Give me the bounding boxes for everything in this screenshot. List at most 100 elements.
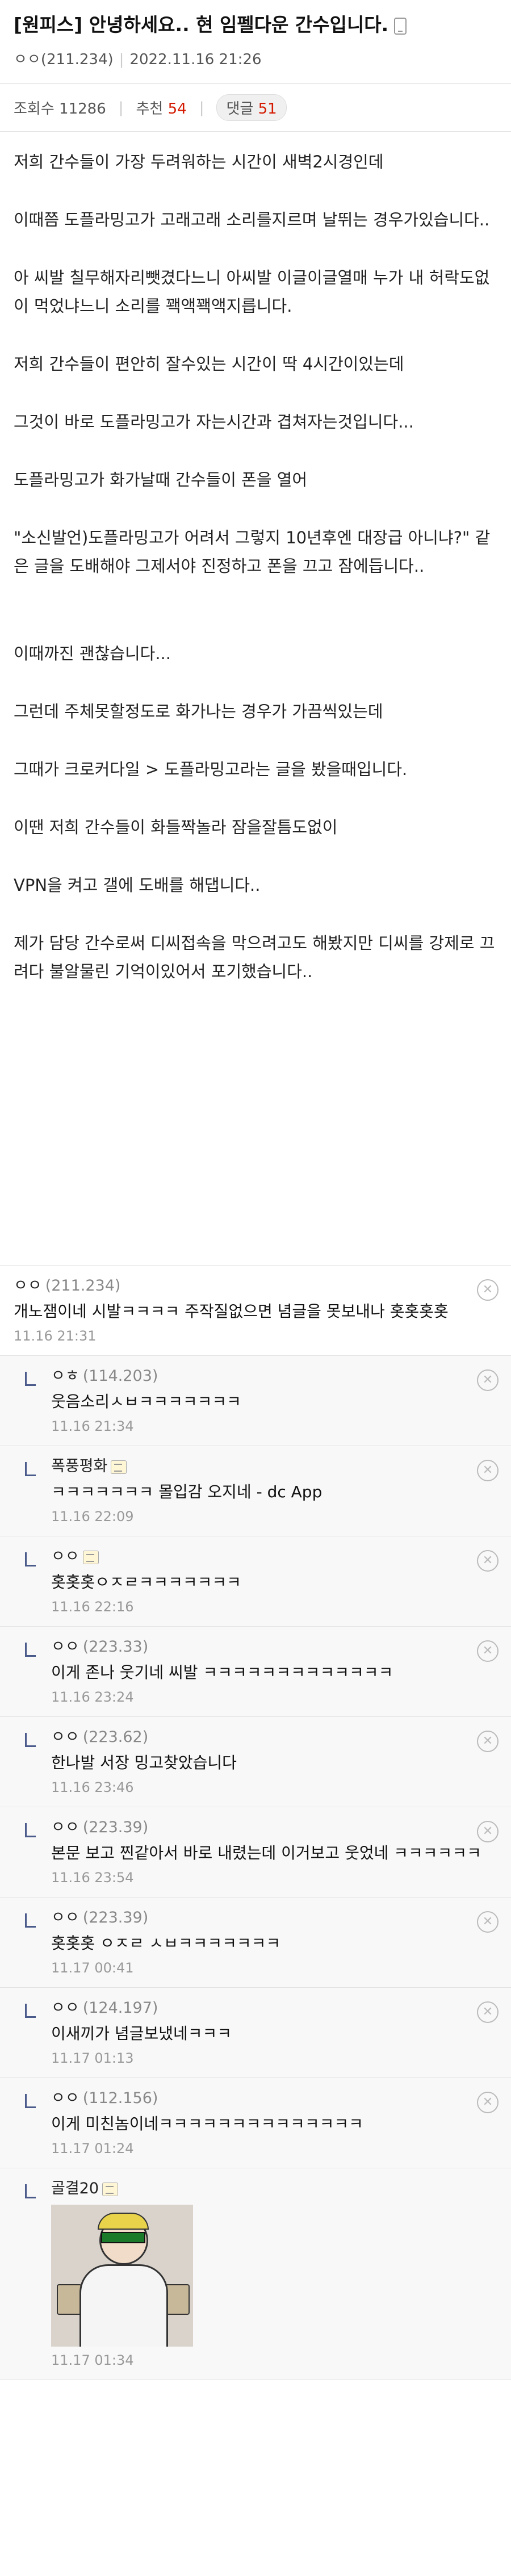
body-paragraph: 그것이 바로 도플라밍고가 자는시간과 겹쳐자는것입니다... bbox=[14, 412, 414, 432]
close-circle-icon[interactable]: ✕ bbox=[477, 1731, 499, 1752]
comment-date: 11.16 23:54 bbox=[51, 1870, 134, 1886]
comment-date: 11.17 01:24 bbox=[51, 2141, 134, 2156]
post-date: 2022.11.16 21:26 bbox=[129, 51, 262, 68]
body-paragraph: 그때가 크로커다일 > 도플라밍고라는 글을 봤을때입니다. bbox=[14, 760, 408, 779]
mobile-phone-icon bbox=[394, 17, 407, 35]
reply-arrow-icon bbox=[25, 2094, 36, 2108]
comment-text: 한나발 서장 밍고찾았습니다 bbox=[51, 1753, 237, 1772]
body-paragraph: 저희 간수들이 가장 두려워하는 시간이 새벽2시경인데 bbox=[14, 152, 384, 171]
body-paragraph: VPN을 켜고 갤에 도배를 해댑니다.. bbox=[14, 876, 261, 895]
comment-author[interactable]: ㅇㅇ (223.62) bbox=[51, 1725, 497, 1750]
post-header: [원피스] 안녕하세요.. 현 임펠다운 간수입니다. ㅇㅇ(211.234) |… bbox=[0, 0, 511, 69]
comment-author[interactable]: ㅇㅇ bbox=[51, 1544, 497, 1569]
reply-arrow-icon bbox=[25, 2184, 36, 2198]
body-paragraph: 도플라밍고가 화가날때 간수들이 폰을 열어 bbox=[14, 470, 308, 489]
reply-arrow-icon bbox=[25, 1823, 36, 1837]
comment-list: ㅇㅇ (211.234) 개노잼이네 시발ㅋㅋㅋㅋ 주작질없으면 념글을 못보내나… bbox=[0, 1265, 511, 2380]
comment-author[interactable]: ㅇㅇ (211.234) bbox=[14, 1274, 497, 1299]
close-circle-icon[interactable]: ✕ bbox=[477, 1550, 499, 1572]
recommend-count: 추천 54 bbox=[136, 100, 187, 118]
body-paragraph: 이때쯤 도플라밍고가 고래고래 소리를지르며 날뛰는 경우가있습니다.. bbox=[14, 210, 490, 229]
comment-author[interactable]: ㅇㅇ (223.33) bbox=[51, 1635, 497, 1660]
comment-text: 이게 존나 웃기네 씨발 ㅋㅋㅋㅋㅋㅋㅋㅋㅋㅋㅋㅋㅋ bbox=[51, 1663, 393, 1682]
meta-separator: | bbox=[119, 51, 124, 68]
comment-text: ㅋㅋㅋㅋㅋㅋㅋ 몰입감 오지네 - dc App bbox=[51, 1482, 322, 1501]
body-paragraph: "소신발언)도플라밍고가 어려서 그렇지 10년후엔 대장급 아니냐?" 같은 … bbox=[14, 528, 491, 576]
comment-date: 11.16 23:46 bbox=[51, 1779, 134, 1795]
gallog-icon[interactable] bbox=[111, 1460, 127, 1474]
dccon-glasses bbox=[101, 2232, 145, 2243]
comment-date: 11.17 01:13 bbox=[51, 2050, 134, 2066]
comment-author[interactable]: 골결20 bbox=[51, 2176, 497, 2201]
reply-arrow-icon bbox=[25, 1643, 36, 1657]
gallog-icon[interactable] bbox=[102, 2182, 119, 2196]
comment-count-button[interactable]: 댓글 51 bbox=[216, 94, 287, 121]
reply-item: ㅇㅇ 홋홋홋ㅇㅈㄹㅋㅋㅋㅋㅋㅋㅋ 11.16 22:16 ✕ bbox=[0, 1536, 511, 1627]
comment-text: 개노잼이네 시발ㅋㅋㅋㅋ 주작질없으면 념글을 못보내나 홋홋홋홋 bbox=[14, 1302, 449, 1321]
comment-date: 11.16 21:31 bbox=[14, 1328, 97, 1344]
dccon-image[interactable] bbox=[51, 2205, 193, 2347]
post-stats: 조회수 11286 | 추천 54 | 댓글 51 bbox=[0, 84, 511, 131]
gallog-icon[interactable] bbox=[82, 1550, 99, 1564]
reply-arrow-icon bbox=[25, 1552, 36, 1566]
close-circle-icon[interactable]: ✕ bbox=[477, 1640, 499, 1662]
body-paragraph: 이때까진 괜찮습니다... bbox=[14, 644, 171, 663]
comment-date: 11.16 22:16 bbox=[51, 1599, 134, 1615]
dccon-hair bbox=[98, 2213, 149, 2230]
comment-date: 11.17 01:34 bbox=[51, 2352, 134, 2368]
dccon-body bbox=[79, 2264, 168, 2347]
reply-item: 폭풍평화 ㅋㅋㅋㅋㅋㅋㅋ 몰입감 오지네 - dc App 11.16 22:0… bbox=[0, 1446, 511, 1536]
author[interactable]: ㅇㅇ(211.234) bbox=[14, 51, 114, 68]
reply-item: ㅇㅇ (223.39) 홋홋홋 ㅇㅈㄹ ㅅㅂㅋㅋㅋㅋㅋㅋㅋ 11.17 00:41… bbox=[0, 1898, 511, 1988]
body-paragraph: 그런데 주체못할정도로 화가나는 경우가 가끔씩있는데 bbox=[14, 702, 383, 721]
reply-arrow-icon bbox=[25, 2004, 36, 2018]
comment-text: 홋홋홋ㅇㅈㄹㅋㅋㅋㅋㅋㅋㅋ bbox=[51, 1573, 241, 1591]
comment-author[interactable]: ㅇㅇ (223.39) bbox=[51, 1815, 497, 1840]
close-circle-icon[interactable]: ✕ bbox=[477, 1911, 499, 1933]
reply-item: ㅇㅇ (223.33) 이게 존나 웃기네 씨발 ㅋㅋㅋㅋㅋㅋㅋㅋㅋㅋㅋㅋㅋ 11… bbox=[0, 1627, 511, 1717]
post-meta: ㅇㅇ(211.234) | 2022.11.16 21:26 bbox=[14, 48, 497, 69]
reply-item: ㅇㅇ (223.39) 본문 보고 찐같아서 바로 내렸는데 이거보고 웃었네 ㅋ… bbox=[0, 1807, 511, 1898]
comment-text: 이게 미친놈이네ㅋㅋㅋㅋㅋㅋㅋㅋㅋㅋㅋㅋㅋㅋ bbox=[51, 2114, 363, 2133]
comment-text: 웃음소리ㅅㅂㅋㅋㅋㅋㅋㅋㅋ bbox=[51, 1392, 241, 1411]
comment-author[interactable]: ㅇㅎ (114.203) bbox=[51, 1364, 497, 1389]
reply-item: ㅇㅎ (114.203) 웃음소리ㅅㅂㅋㅋㅋㅋㅋㅋㅋ 11.16 21:34 ✕ bbox=[0, 1356, 511, 1446]
comment-author[interactable]: 폭풍평화 bbox=[51, 1454, 497, 1479]
body-paragraph: 이땐 저희 간수들이 화들짝놀라 잠을잘틈도없이 bbox=[14, 818, 338, 837]
close-circle-icon[interactable]: ✕ bbox=[477, 1279, 499, 1301]
comment-text: 홋홋홋 ㅇㅈㄹ ㅅㅂㅋㅋㅋㅋㅋㅋㅋ bbox=[51, 1934, 281, 1953]
comment-text: 이새끼가 념글보냈네ㅋㅋㅋ bbox=[51, 2024, 232, 2043]
comment-date: 11.16 21:34 bbox=[51, 1418, 134, 1434]
reply-arrow-icon bbox=[25, 1462, 36, 1476]
stats-separator: | bbox=[199, 99, 204, 116]
dccon-cup-left bbox=[57, 2284, 82, 2315]
reply-item: ㅇㅇ (223.62) 한나발 서장 밍고찾았습니다 11.16 23:46 ✕ bbox=[0, 1717, 511, 1807]
reply-arrow-icon bbox=[25, 1372, 36, 1386]
body-paragraph: 제가 담당 간수로써 디씨접속을 막으려고도 해봤지만 디씨를 강제로 끄려다 … bbox=[14, 933, 495, 981]
comment-text: 본문 보고 찐같아서 바로 내렸는데 이거보고 웃었네 ㅋㅋㅋㅋㅋㅋ bbox=[51, 1844, 481, 1862]
comment-author[interactable]: ㅇㅇ (112.156) bbox=[51, 2086, 497, 2111]
view-count: 조회수 11286 bbox=[14, 100, 106, 118]
body-paragraph: 저희 간수들이 편안히 잘수있는 시간이 딱 4시간이있는데 bbox=[14, 354, 404, 374]
comment-author[interactable]: ㅇㅇ (223.39) bbox=[51, 1905, 497, 1930]
reply-arrow-icon bbox=[25, 1733, 36, 1747]
close-circle-icon[interactable]: ✕ bbox=[477, 1369, 499, 1391]
dccon-cup-right bbox=[165, 2284, 190, 2315]
body-paragraph: 아 씨발 칠무해자리뺏겼다느니 아씨발 이글이글열매 누가 내 허락도없이 먹었… bbox=[14, 268, 490, 316]
comment-author[interactable]: ㅇㅇ (124.197) bbox=[51, 1996, 497, 2021]
comment-date: 11.17 00:41 bbox=[51, 1960, 134, 1976]
close-circle-icon[interactable]: ✕ bbox=[477, 1821, 499, 1842]
reply-item: ㅇㅇ (112.156) 이게 미친놈이네ㅋㅋㅋㅋㅋㅋㅋㅋㅋㅋㅋㅋㅋㅋ 11.17… bbox=[0, 2078, 511, 2168]
close-circle-icon[interactable]: ✕ bbox=[477, 2001, 499, 2023]
post-title: [원피스] 안녕하세요.. 현 임펠다운 간수입니다. bbox=[14, 12, 497, 37]
comment-item: ㅇㅇ (211.234) 개노잼이네 시발ㅋㅋㅋㅋ 주작질없으면 념글을 못보내나… bbox=[0, 1266, 511, 1356]
reply-arrow-icon bbox=[25, 1913, 36, 1928]
post-body: 저희 간수들이 가장 두려워하는 시간이 새벽2시경인데 이때쯤 도플라밍고가 … bbox=[0, 132, 511, 986]
comment-date: 11.16 23:24 bbox=[51, 1689, 134, 1705]
comment-date: 11.16 22:09 bbox=[51, 1509, 134, 1524]
reply-item: ㅇㅇ (124.197) 이새끼가 념글보냈네ㅋㅋㅋ 11.17 01:13 ✕ bbox=[0, 1988, 511, 2078]
close-circle-icon[interactable]: ✕ bbox=[477, 2092, 499, 2113]
close-circle-icon[interactable]: ✕ bbox=[477, 1460, 499, 1481]
reply-item: 골결20 11.17 01:34 bbox=[0, 2168, 511, 2380]
